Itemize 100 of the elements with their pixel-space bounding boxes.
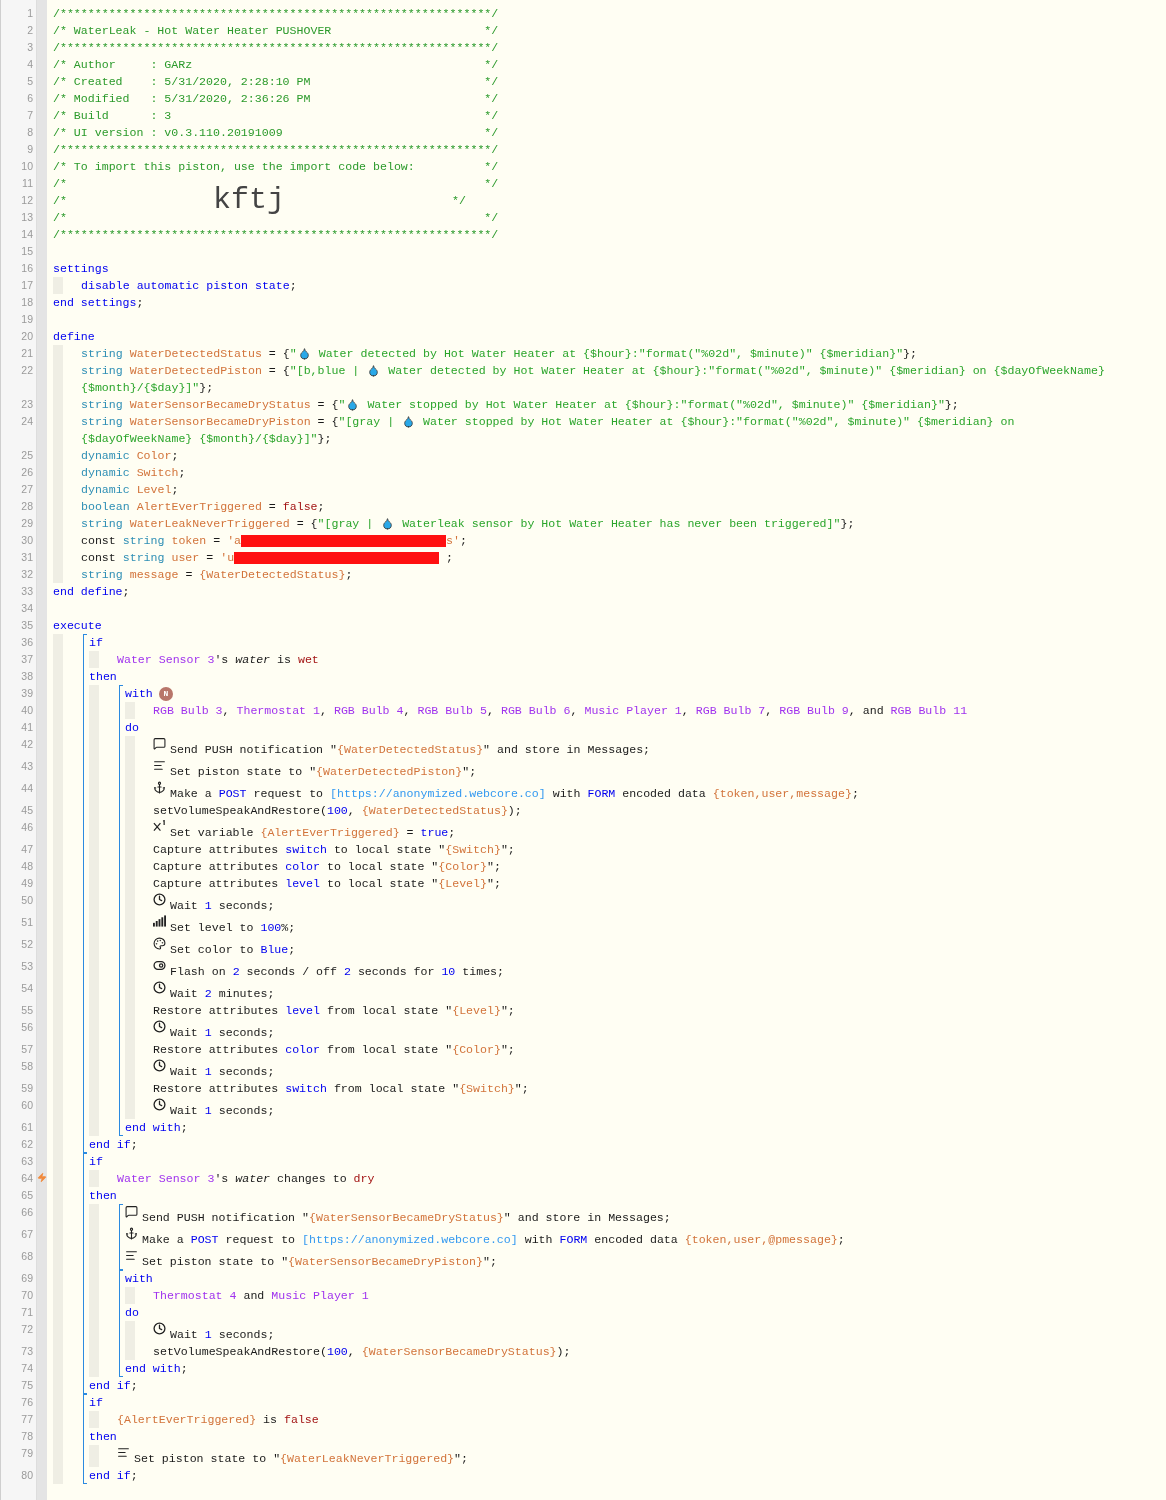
code-text: if bbox=[89, 635, 103, 651]
line-number: 27 bbox=[21, 482, 34, 497]
code-text: string WaterSensorBecameDryPiston = {"[gray | bbox=[81, 414, 396, 430]
code-text: then bbox=[89, 1188, 117, 1204]
line-number: 21 bbox=[21, 346, 34, 361]
code-text: string WaterLeakNeverTriggered = {"[gray | bbox=[81, 516, 375, 532]
code-text: Water detected by Hot Water Heater at {$hour}:"format("%02d", $minute)" {$meridian}"}; bbox=[317, 346, 918, 362]
code-text: Capture attributes switch to local state "{Switch}"; bbox=[153, 842, 515, 858]
clock-icon bbox=[153, 1322, 166, 1335]
water-drop-icon bbox=[381, 517, 395, 530]
line-number: 75 bbox=[21, 1378, 34, 1393]
line-number: 73 bbox=[21, 1344, 34, 1359]
code-text: /* bbox=[53, 193, 68, 209]
code-text: {AlertEverTriggered} is false bbox=[117, 1412, 319, 1428]
chat-bubble-icon bbox=[153, 737, 166, 750]
code-text: Water stopped by Hot Water Heater at {$hour}:"format("%02d", $minute)" {$meridian}"}; bbox=[366, 397, 959, 413]
code-text: with bbox=[125, 686, 153, 702]
line-number: 24 bbox=[21, 414, 34, 429]
code-text: Set piston state to "{WaterDetectedPiston}"; bbox=[170, 764, 477, 780]
line-number: 46 bbox=[21, 820, 34, 835]
clock-icon bbox=[153, 1059, 166, 1072]
line-number: 31 bbox=[21, 550, 34, 565]
line-number: 40 bbox=[21, 703, 34, 718]
toggle-icon bbox=[153, 959, 166, 972]
line-number: 16 bbox=[21, 261, 34, 276]
code-text: if bbox=[89, 1154, 103, 1170]
letter-badge: N bbox=[158, 686, 173, 701]
line-number: 5 bbox=[27, 74, 34, 89]
line-number: 11 bbox=[22, 176, 34, 191]
water-drop-icon bbox=[297, 347, 311, 360]
code-text: Wait 1 seconds; bbox=[170, 1327, 275, 1343]
line-number: 41 bbox=[21, 720, 34, 735]
line-number: 50 bbox=[21, 893, 34, 908]
line-number: 15 bbox=[21, 244, 34, 259]
line-number: 13 bbox=[21, 210, 34, 225]
line-number: 74 bbox=[21, 1361, 34, 1376]
code-text: do bbox=[125, 720, 139, 736]
code-text: Send PUSH notification "{WaterDetectedStatus}" and store in Messages; bbox=[170, 742, 651, 758]
code-text: Wait 1 seconds; bbox=[170, 1064, 275, 1080]
line-number: 29 bbox=[21, 516, 34, 531]
palette-icon bbox=[153, 937, 166, 950]
code-text: Send PUSH notification "{WaterSensorBecameDryStatus}" and store in Messages; bbox=[142, 1210, 671, 1226]
code-text: /* To import this piston, use the import code below: */ bbox=[53, 159, 499, 175]
line-number: 60 bbox=[21, 1098, 34, 1113]
line-number: 32 bbox=[21, 567, 34, 582]
line-number: 54 bbox=[21, 981, 34, 996]
line-number: 67 bbox=[21, 1227, 34, 1242]
code-text: Wait 1 seconds; bbox=[170, 1103, 275, 1119]
line-number: 23 bbox=[21, 397, 34, 412]
line-number: 6 bbox=[27, 91, 34, 106]
line-number: 68 bbox=[21, 1249, 34, 1264]
code-text: execute bbox=[53, 618, 102, 634]
code-text: end settings; bbox=[53, 295, 144, 311]
code-text: Set variable {AlertEverTriggered} = true; bbox=[170, 825, 456, 841]
line-number: 9 bbox=[27, 142, 34, 157]
code-text: Thermostat 4 and Music Player 1 bbox=[153, 1288, 369, 1304]
code-text: Make a POST request to [https://anonymized.webcore.co] with FORM encoded data {token,user,@pmessage}; bbox=[142, 1232, 845, 1248]
line-number: 19 bbox=[21, 312, 34, 327]
line-number: 7 bbox=[27, 108, 34, 123]
line-number: 2 bbox=[27, 23, 34, 38]
line-number: 59 bbox=[21, 1081, 34, 1096]
code-text: Restore attributes switch from local state "{Switch}"; bbox=[153, 1081, 529, 1097]
signal-bars-icon bbox=[153, 915, 166, 927]
code-text: dynamic Switch; bbox=[81, 465, 186, 481]
line-number: 49 bbox=[21, 876, 34, 891]
code-text: {$month}/{$day}]"}; bbox=[81, 380, 214, 396]
line-number: 69 bbox=[21, 1271, 34, 1286]
code-text: end define; bbox=[53, 584, 130, 600]
code-text: /**************************************************************/ bbox=[53, 227, 499, 243]
code-text: RGB Bulb 3, Thermostat 1, RGB Bulb 4, RGB Bulb 5, RGB Bulb 6, Music Player 1, RGB Bulb 7, RGB Bulb 9, and RGB Bulb 11 bbox=[153, 703, 968, 719]
water-drop-icon bbox=[402, 415, 416, 428]
line-number: 43 bbox=[21, 759, 34, 774]
line-number: 1 bbox=[27, 6, 34, 21]
variable-icon bbox=[153, 820, 166, 832]
code-text: string message = {WaterDetectedStatus}; bbox=[81, 567, 353, 583]
text-lines-icon bbox=[153, 759, 166, 772]
lightning-icon bbox=[37, 1172, 47, 1183]
line-number: 52 bbox=[21, 937, 34, 952]
text-lines-icon bbox=[117, 1446, 130, 1459]
code-text: ; bbox=[445, 550, 453, 566]
line-number: 39 bbox=[21, 686, 34, 701]
code-text: {$dayOfWeekName} {$month}/{$day}]"}; bbox=[81, 431, 332, 447]
code-text: setVolumeSpeakAndRestore(100, {WaterSensorBecameDryStatus}); bbox=[153, 1344, 571, 1360]
line-number: 4 bbox=[27, 57, 34, 72]
code-text: /* Created : 5/31/2020, 2:28:10 PM */ bbox=[53, 74, 499, 90]
code-text: Waterleak sensor by Hot Water Heater has never been triggered]"}; bbox=[401, 516, 855, 532]
line-number: 55 bbox=[21, 1003, 34, 1018]
code-text: /* Author : GARz */ bbox=[53, 57, 499, 73]
code-text: Capture attributes level to local state "{Level}"; bbox=[153, 876, 501, 892]
code-text: Flash on 2 seconds / off 2 seconds for 10 times; bbox=[170, 964, 504, 980]
line-number: 64 bbox=[21, 1171, 34, 1186]
line-number: 72 bbox=[21, 1322, 34, 1337]
code-text: Make a POST request to [https://anonymized.webcore.co] with FORM encoded data {token,user,message}; bbox=[170, 786, 859, 802]
line-number: 71 bbox=[21, 1305, 34, 1320]
code-text: end with; bbox=[125, 1120, 188, 1136]
code-text: string WaterDetectedStatus = {" bbox=[81, 346, 297, 362]
clock-icon bbox=[153, 893, 166, 906]
code-text: */ bbox=[451, 193, 466, 209]
code-text: /* Modified : 5/31/2020, 2:36:26 PM */ bbox=[53, 91, 499, 107]
water-drop-icon bbox=[346, 398, 360, 411]
